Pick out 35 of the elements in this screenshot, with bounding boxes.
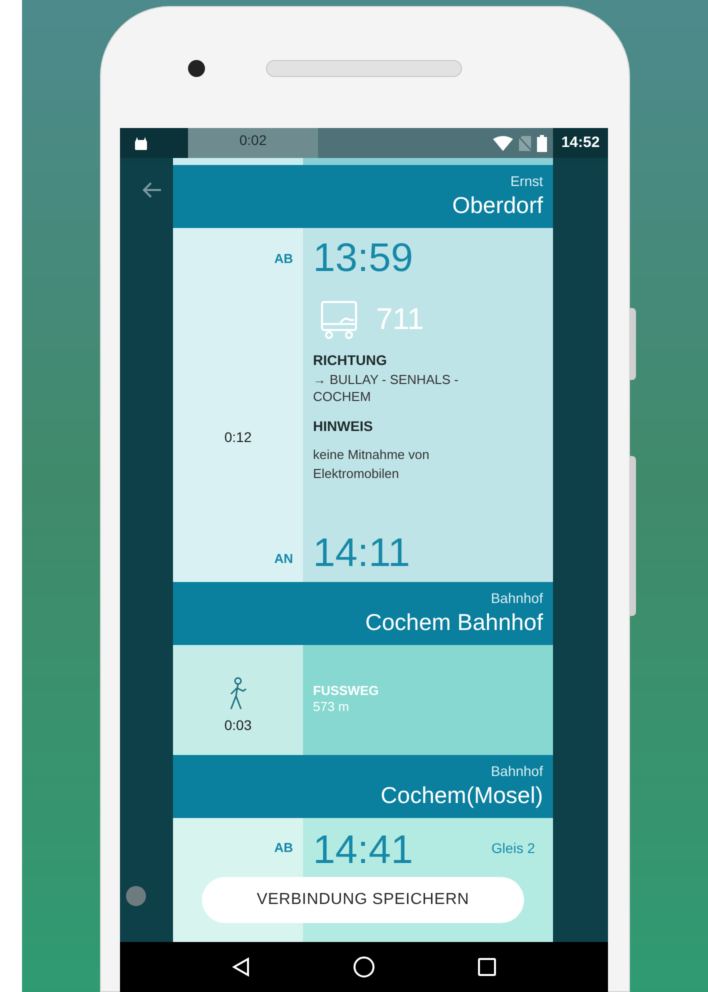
direction-text: → BULLAY - SENHALS - COCHEM — [313, 371, 460, 405]
stop-label: Bahnhof — [490, 590, 543, 608]
note-text: keine Mitnahme von Elektromobilen — [313, 446, 430, 483]
departure-time: 13:59 — [313, 236, 414, 280]
platform-label: Gleis 2 — [491, 839, 535, 858]
duration-label: 0:12 — [224, 428, 252, 447]
stop-name: Oberdorf — [452, 190, 543, 220]
battery-icon — [537, 134, 547, 152]
departure-label: AB — [274, 839, 293, 857]
wifi-icon — [493, 136, 513, 150]
direction-heading: RICHTUNG — [313, 351, 388, 370]
back-icon[interactable] — [231, 957, 251, 977]
walk-distance: 573 m — [313, 699, 350, 716]
departure-time: 14:41 — [313, 830, 414, 870]
save-button[interactable]: VERBINDUNG SPEICHERN — [202, 877, 524, 923]
android-icon — [135, 136, 147, 150]
duration-label: 0:02 — [188, 128, 318, 158]
stop-label: Ernst — [510, 173, 543, 191]
note-heading: HINWEIS — [313, 417, 374, 436]
arrival-label: AN — [274, 550, 293, 568]
walk-title: FUSSWEG — [313, 683, 380, 700]
arrival-time: 14:11 — [313, 531, 410, 575]
no-sim-icon — [519, 136, 531, 150]
stop-name: Cochem Bahnhof — [365, 608, 543, 637]
departure-label: AB — [274, 250, 293, 268]
bus-icon — [320, 300, 358, 340]
stop-name: Cochem(Mosel) — [380, 780, 543, 810]
walking-person-icon — [228, 676, 248, 710]
recent-apps-icon[interactable] — [477, 957, 497, 977]
duration-label: 0:03 — [224, 716, 252, 734]
home-icon[interactable] — [353, 956, 375, 978]
status-time: 14:52 — [560, 132, 601, 153]
stop-label: Bahnhof — [490, 763, 543, 781]
line-number: 711 — [376, 302, 424, 338]
back-arrow-icon[interactable] — [142, 182, 162, 198]
